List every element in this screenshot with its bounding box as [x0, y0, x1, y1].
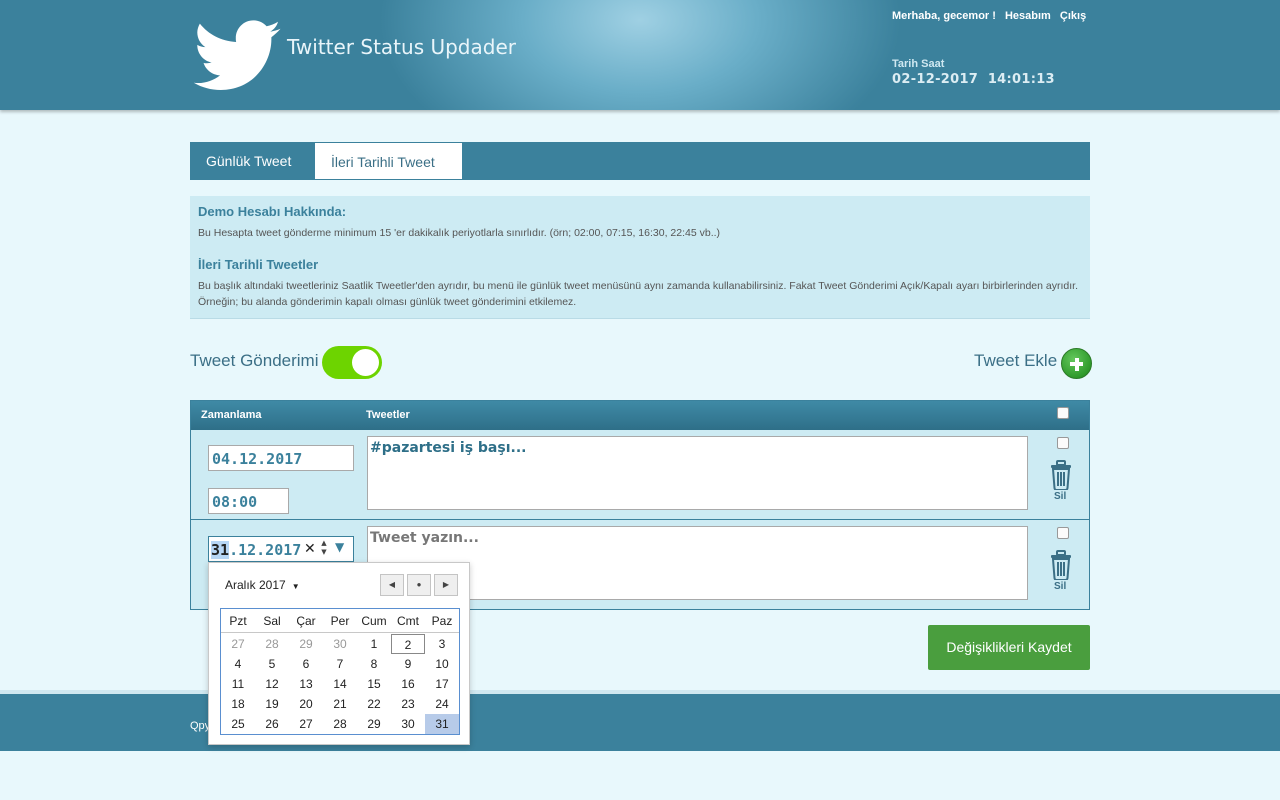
calendar-day[interactable]: 18 — [221, 694, 255, 714]
calendar-popup: Aralık 2017 ▼ ◀ ● ▶ Pzt Sal Çar Per Cum Cmt Paz… — [208, 562, 470, 745]
info-panel: Demo Hesabı Hakkında: Bu Hesapta tweet g… — [190, 196, 1090, 319]
clear-icon[interactable]: ✕ — [304, 541, 316, 557]
add-tweet-label[interactable]: Tweet Ekle — [974, 351, 1057, 371]
tweet-sending-toggle[interactable] — [322, 346, 382, 379]
calendar-day[interactable]: 31 — [425, 714, 459, 734]
calendar-day[interactable]: 23 — [391, 694, 425, 714]
user-links: Merhaba, gecemor ! Hesabım Çıkış — [892, 10, 1092, 22]
date-input[interactable]: 04.12.2017 — [208, 445, 354, 471]
calendar-weekday: Çar — [296, 614, 316, 628]
date-picker-input[interactable]: 31.12.2017 ✕ ▲ ▼ ▼ — [208, 536, 354, 562]
tab-scheduled-tweet[interactable]: İleri Tarihli Tweet — [314, 142, 463, 180]
logout-link[interactable]: Çıkış — [1060, 10, 1086, 22]
calendar-grid: Pzt Sal Çar Per Cum Cmt Paz 27 28 29 30 1 2 3 4 5 6 7 8 9 1… — [220, 608, 460, 735]
column-header-tweets: Tweetler — [366, 409, 410, 421]
calendar-day[interactable]: 29 — [357, 714, 391, 734]
spinner-icon[interactable]: ▲ ▼ — [319, 539, 329, 559]
row-checkbox[interactable] — [1057, 527, 1069, 539]
footer: Qpy — [0, 690, 1280, 751]
calendar-weekday: Sal — [263, 614, 281, 628]
row-checkbox[interactable] — [1057, 437, 1069, 449]
calendar-day[interactable]: 4 — [221, 654, 255, 674]
tab-daily-tweet[interactable]: Günlük Tweet — [190, 142, 314, 180]
tweet-textarea[interactable]: #pazartesi iş başı... — [367, 436, 1028, 510]
table-header: Zamanlama Tweetler — [191, 401, 1089, 430]
account-link[interactable]: Hesabım — [1005, 10, 1051, 22]
app-title: Twitter Status Updader — [287, 35, 516, 59]
calendar-day[interactable]: 22 — [357, 694, 391, 714]
calendar-day[interactable]: 12 — [255, 674, 289, 694]
calendar-day[interactable]: 20 — [289, 694, 323, 714]
datetime-label: Tarih Saat — [892, 58, 945, 70]
calendar-day[interactable]: 7 — [323, 654, 357, 674]
tab-bar: Günlük Tweet İleri Tarihli Tweet — [190, 142, 1090, 180]
future-info-text: Bu başlık altındaki tweetleriniz Saatlik… — [198, 280, 1078, 308]
time-input[interactable]: 08:00 — [208, 488, 289, 514]
calendar-month-label: Aralık 2017 — [225, 578, 286, 592]
greeting-text: Merhaba, gecemor ! — [892, 10, 996, 22]
calendar-day[interactable]: 28 — [323, 714, 357, 734]
calendar-day[interactable]: 11 — [221, 674, 255, 694]
table-row: 04.12.2017 08:00 #pazartesi iş başı... S… — [191, 430, 1089, 520]
calendar-month-select[interactable]: Aralık 2017 ▼ — [225, 578, 300, 592]
twitter-bird-icon — [194, 20, 281, 90]
delete-label[interactable]: Sil — [1054, 491, 1066, 502]
calendar-day[interactable]: 29 — [289, 634, 323, 654]
select-all-checkbox[interactable] — [1057, 407, 1069, 419]
calendar-day[interactable]: 15 — [357, 674, 391, 694]
calendar-day[interactable]: 21 — [323, 694, 357, 714]
calendar-day[interactable]: 10 — [425, 654, 459, 674]
calendar-day[interactable]: 26 — [255, 714, 289, 734]
calendar-day[interactable]: 25 — [221, 714, 255, 734]
date-rest: .12.2017 — [229, 541, 302, 559]
calendar-day[interactable]: 17 — [425, 674, 459, 694]
delete-label[interactable]: Sil — [1054, 581, 1066, 592]
date-day-selected: 31 — [211, 541, 230, 559]
calendar-day[interactable]: 28 — [255, 634, 289, 654]
column-header-schedule: Zamanlama — [201, 409, 262, 421]
calendar-day[interactable]: 27 — [289, 714, 323, 734]
calendar-day[interactable]: 3 — [425, 634, 459, 654]
calendar-day[interactable]: 14 — [323, 674, 357, 694]
calendar-day[interactable]: 2 — [391, 634, 425, 654]
calendar-weekday: Pzt — [229, 614, 247, 628]
calendar-day[interactable]: 13 — [289, 674, 323, 694]
prev-month-icon[interactable]: ◀ — [380, 574, 404, 596]
trash-icon[interactable] — [1049, 550, 1073, 580]
next-month-icon[interactable]: ▶ — [434, 574, 458, 596]
future-info-title: İleri Tarihli Tweetler — [198, 257, 319, 272]
calendar-day[interactable]: 6 — [289, 654, 323, 674]
toggle-knob — [352, 349, 379, 376]
calendar-weekday: Per — [330, 614, 350, 628]
datetime-value: 02-12-2017 14:01:13 — [892, 72, 1055, 87]
calendar-weekday-header: Pzt Sal Çar Per Cum Cmt Paz — [221, 609, 459, 633]
save-changes-button[interactable]: Değişiklikleri Kaydet — [928, 625, 1090, 670]
calendar-day[interactable]: 5 — [255, 654, 289, 674]
calendar-day[interactable]: 16 — [391, 674, 425, 694]
trash-icon[interactable] — [1049, 460, 1073, 490]
current-date: 02-12-2017 — [892, 72, 979, 87]
calendar-day[interactable]: 1 — [357, 634, 391, 654]
dropdown-arrow-icon[interactable]: ▼ — [335, 540, 344, 554]
calendar-day[interactable]: 24 — [425, 694, 459, 714]
date-text: 31.12.2017 — [211, 541, 301, 559]
calendar-day[interactable]: 19 — [255, 694, 289, 714]
calendar-weekday: Cmt — [397, 614, 419, 628]
today-dot-icon[interactable]: ● — [407, 574, 431, 596]
caret-down-icon: ▼ — [291, 582, 300, 591]
header: Twitter Status Updader Merhaba, gecemor … — [0, 0, 1280, 110]
calendar-weekday: Paz — [431, 614, 453, 628]
demo-info-title: Demo Hesabı Hakkında: — [198, 204, 347, 219]
calendar-day[interactable]: 27 — [221, 634, 255, 654]
calendar-day[interactable]: 9 — [391, 654, 425, 674]
add-tweet-icon[interactable] — [1061, 348, 1092, 379]
calendar-weekday: Cum — [361, 614, 387, 628]
calendar-day[interactable]: 8 — [357, 654, 391, 674]
demo-info-text: Bu Hesapta tweet gönderme minimum 15 'er… — [198, 227, 721, 239]
current-time: 14:01:13 — [987, 72, 1055, 87]
tweet-sending-label: Tweet Gönderimi — [190, 351, 319, 370]
calendar-day[interactable]: 30 — [391, 714, 425, 734]
calendar-day[interactable]: 30 — [323, 634, 357, 654]
